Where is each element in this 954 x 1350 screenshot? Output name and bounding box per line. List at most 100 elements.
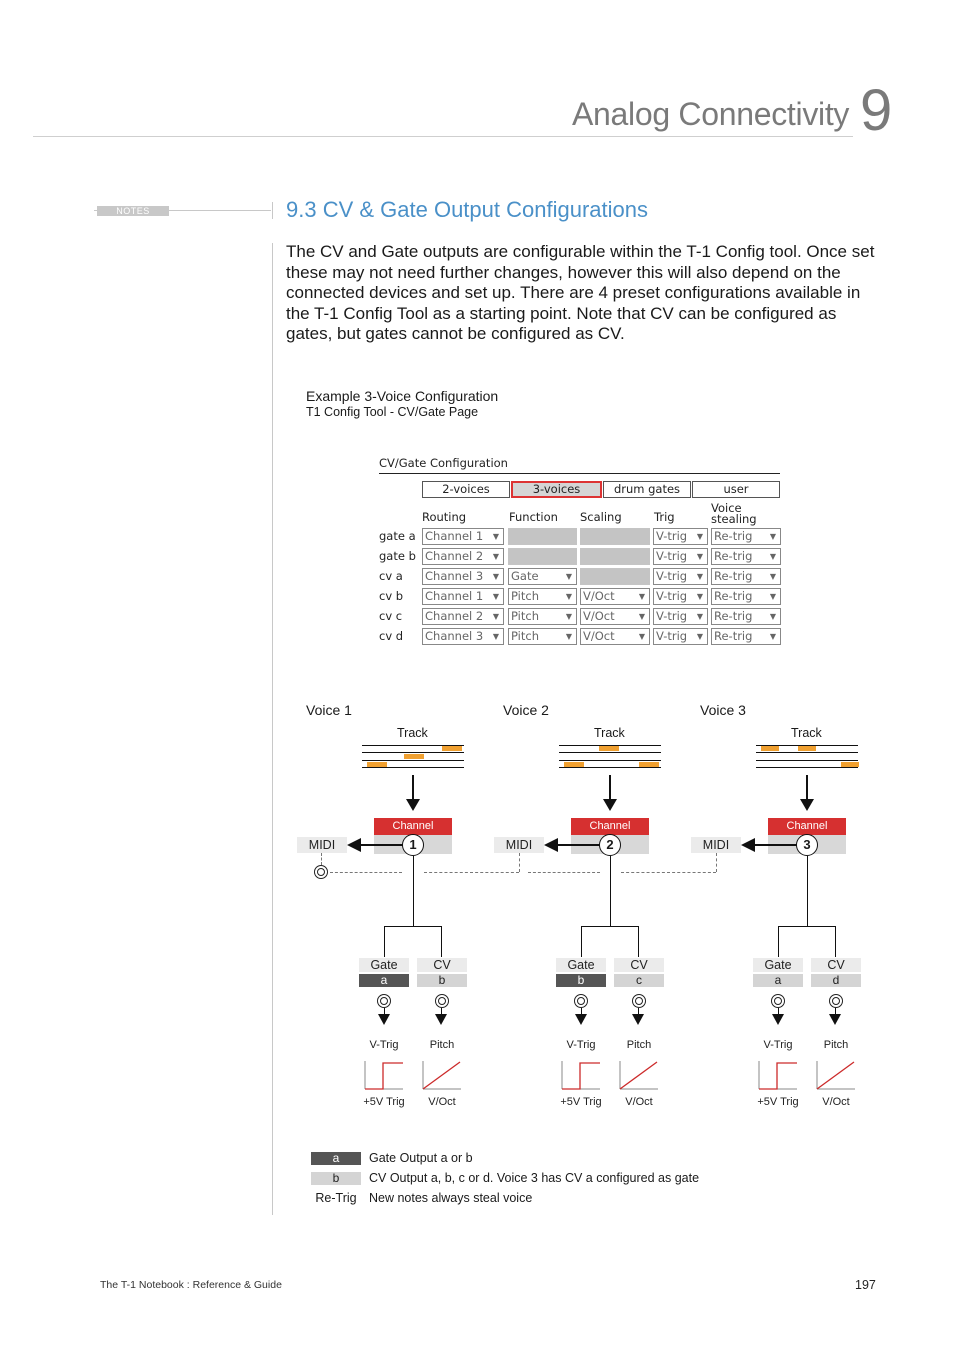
midi-jack-icon[interactable] (314, 865, 328, 879)
dropdown-arrow-icon: ▼ (696, 612, 703, 621)
track-label: Track (397, 726, 428, 740)
cv-jack-icon[interactable] (632, 994, 646, 1008)
trig-dropdown[interactable]: V-trig ▼ (653, 568, 708, 585)
dropdown-arrow-icon: ▼ (769, 592, 776, 601)
track-arrow-shaft (609, 775, 611, 800)
trig-dropdown[interactable]: V-trig ▼ (653, 608, 708, 625)
row-label: cv a (379, 569, 403, 583)
preset-3-voices[interactable]: 3-voices (511, 481, 602, 498)
column-function: Function (509, 510, 558, 524)
midi-output-box: MIDI (691, 837, 741, 853)
track-note (404, 754, 424, 759)
routing-dropdown[interactable]: Channel 2 ▼ (422, 548, 504, 565)
cv-jack-icon[interactable] (829, 994, 843, 1008)
stealing-value: Re-trig (714, 629, 753, 643)
cv-branch-line (835, 926, 836, 957)
stealing-dropdown[interactable]: Re-trig ▼ (711, 528, 781, 545)
cv-desc-label: V/Oct (625, 1096, 653, 1108)
routing-dropdown[interactable]: Channel 3 ▼ (422, 628, 504, 645)
dropdown-arrow-icon: ▼ (492, 552, 499, 561)
dropdown-arrow-icon: ▼ (565, 572, 572, 581)
track-note (442, 746, 462, 751)
gate-jack-icon[interactable] (771, 994, 785, 1008)
function-value: Gate (511, 569, 539, 583)
trig-dropdown[interactable]: V-trig ▼ (653, 588, 708, 605)
track-note (798, 746, 816, 751)
routing-dropdown[interactable]: Channel 1 ▼ (422, 588, 504, 605)
trig-dropdown[interactable]: V-trig ▼ (653, 628, 708, 645)
dropdown-arrow-icon: ▼ (638, 592, 645, 601)
voice-label: Voice 3 (700, 702, 746, 718)
scaling-dropdown[interactable]: V/Oct ▼ (580, 608, 650, 625)
footer-book-title: The T-1 Notebook : Reference & Guide (100, 1279, 282, 1291)
preset-2-voices[interactable]: 2-voices (422, 481, 510, 498)
channel-header: Channel (571, 818, 649, 835)
track-staff-line (362, 760, 464, 761)
dropdown-arrow-icon: ▼ (565, 612, 572, 621)
cv-func-label: Pitch (429, 1039, 455, 1051)
function-dropdown[interactable]: Pitch ▼ (508, 628, 577, 645)
scaling-cell-disabled (580, 528, 650, 545)
gate-jack-icon[interactable] (574, 994, 588, 1008)
cv-label: CV (614, 958, 664, 972)
dropdown-arrow-icon: ▼ (769, 632, 776, 641)
stealing-dropdown[interactable]: Re-trig ▼ (711, 588, 781, 605)
routing-dropdown[interactable]: Channel 3 ▼ (422, 568, 504, 585)
stealing-value: Re-trig (714, 549, 753, 563)
stealing-dropdown[interactable]: Re-trig ▼ (711, 628, 781, 645)
cv-desc-label: V/Oct (822, 1096, 850, 1108)
dropdown-arrow-icon: ▼ (565, 592, 572, 601)
function-dropdown[interactable]: Pitch ▼ (508, 608, 577, 625)
trig-dropdown[interactable]: V-trig ▼ (653, 548, 708, 565)
legend-text-gate: Gate Output a or b (369, 1151, 473, 1165)
gate-label: Gate (359, 958, 409, 972)
gate-jack-icon[interactable] (377, 994, 391, 1008)
cv-jack-icon[interactable] (435, 994, 449, 1008)
cv-pitch-graph-icon (619, 1061, 658, 1090)
cv-label: CV (417, 958, 467, 972)
cv-output-id: d (811, 974, 861, 987)
scaling-dropdown[interactable]: V/Oct ▼ (580, 588, 650, 605)
stealing-dropdown[interactable]: Re-trig ▼ (711, 568, 781, 585)
gate-trigger-graph-icon (364, 1061, 403, 1090)
margin-rule-top (272, 202, 273, 219)
midi-connection-dotted (330, 872, 402, 873)
channel-number-badge: 3 (796, 834, 818, 856)
gate-trigger-graph-icon (561, 1061, 600, 1090)
function-dropdown[interactable]: Gate ▼ (508, 568, 577, 585)
track-note (367, 762, 387, 767)
gate-trig-label: V-Trig (763, 1039, 793, 1051)
scaling-dropdown[interactable]: V/Oct ▼ (580, 628, 650, 645)
column-voice-stealing-line2: stealing (711, 512, 757, 526)
gate-trig-label: V-Trig (566, 1039, 596, 1051)
routing-value: Channel 2 (425, 549, 484, 563)
trig-value: V-trig (656, 529, 688, 543)
gate-desc-label: +5V Trig (363, 1096, 405, 1108)
gate-desc-label: +5V Trig (560, 1096, 602, 1108)
trig-dropdown[interactable]: V-trig ▼ (653, 528, 708, 545)
chapter-title: Analog Connectivity (572, 96, 850, 132)
example-title: Example 3-Voice Configuration (306, 388, 499, 404)
legend-swatch-gate: a (311, 1152, 361, 1165)
column-routing: Routing (422, 510, 467, 524)
preset-drum-gates[interactable]: drum gates (603, 481, 691, 498)
preset-user[interactable]: user (692, 481, 780, 498)
routing-value: Channel 1 (425, 589, 484, 603)
cv-output-id: b (417, 974, 467, 987)
arrow-down-icon (378, 1014, 390, 1025)
arrow-down-icon (406, 799, 420, 811)
stealing-dropdown[interactable]: Re-trig ▼ (711, 548, 781, 565)
track-note (599, 746, 619, 751)
cv-branch-line (441, 926, 442, 957)
routing-value: Channel 1 (425, 529, 484, 543)
routing-dropdown[interactable]: Channel 2 ▼ (422, 608, 504, 625)
midi-output-box: MIDI (297, 837, 347, 853)
function-dropdown[interactable]: Pitch ▼ (508, 588, 577, 605)
gate-trigger-graph-icon (758, 1061, 797, 1090)
routing-dropdown[interactable]: Channel 1 ▼ (422, 528, 504, 545)
legend-text-retrig: New notes always steal voice (369, 1191, 533, 1205)
header-rule (33, 136, 853, 137)
dropdown-arrow-icon: ▼ (638, 612, 645, 621)
stealing-dropdown[interactable]: Re-trig ▼ (711, 608, 781, 625)
dropdown-arrow-icon: ▼ (565, 632, 572, 641)
